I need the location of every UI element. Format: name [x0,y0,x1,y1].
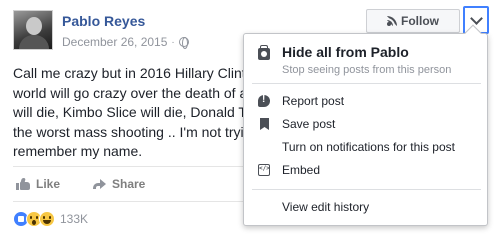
post-meta: December 26, 2015 · [62,35,189,49]
reaction-count[interactable]: 133K [60,212,88,226]
menu-item-save-post[interactable]: Save post [244,114,487,134]
like-button-label: Like [36,177,61,191]
avatar-body-shape [19,35,49,49]
share-button-label: Share [112,177,146,191]
menu-item-save-label: Save post [282,117,336,131]
report-icon [258,94,270,107]
post-options-menu: Hide all from Pablo Stop seeing posts fr… [243,33,488,226]
menu-item-report-post[interactable]: Report post [244,91,487,111]
menu-item-hide-all-sub: Stop seeing posts from this person [282,64,452,76]
like-button[interactable]: Like [16,177,60,191]
post-text-line: remember my name. [13,143,143,159]
embed-icon [258,164,270,176]
menu-divider [252,189,481,190]
post-text: Call me crazy but in 2016 Hillary Clinto… [13,64,245,162]
share-arrow-icon [92,178,106,190]
rss-follow-icon [387,16,397,26]
menu-item-report-label: Report post [282,94,345,108]
menu-item-embed[interactable]: Embed [244,160,487,180]
avatar-head-shape [26,17,42,35]
post-text-line: the worst mass shooting .. I'm not tryin [13,123,245,140]
author-name-link[interactable]: Pablo Reyes [62,13,145,29]
follow-button[interactable]: Follow [366,9,460,33]
menu-item-notifications-label: Turn on notifications for this post [282,140,455,154]
menu-item-embed-label: Embed [282,163,321,177]
post-date-link[interactable]: December 26, 2015 [62,35,167,49]
menu-item-view-edit-history[interactable]: View edit history [244,197,487,217]
bookmark-icon [260,118,269,130]
post-text-line: Call me crazy but in 2016 Hillary Clinto [13,65,245,81]
author-avatar[interactable] [13,10,53,50]
menu-item-hide-all-label: Hide all from Pablo [282,44,409,60]
chevron-down-icon [469,11,483,25]
follow-button-label: Follow [401,14,439,28]
haha-reaction-icon [39,211,55,227]
post-text-line: will die, Kimbo Slice will die, Donald T [13,104,245,120]
reactions-summary[interactable]: 133K [13,211,88,227]
post-text-line: world will go crazy over the death of a [13,84,245,101]
share-button[interactable]: Share [92,177,145,191]
menu-item-view-history-label: View edit history [282,200,370,214]
thumbs-up-icon [16,178,30,190]
meta-separator: · [171,36,175,48]
public-globe-icon[interactable] [178,37,189,49]
menu-item-notifications[interactable]: Turn on notifications for this post [244,137,487,157]
menu-item-hide-all[interactable]: Hide all from Pablo Stop seeing posts fr… [244,44,487,80]
hide-all-icon [258,45,270,60]
menu-divider [252,83,481,84]
